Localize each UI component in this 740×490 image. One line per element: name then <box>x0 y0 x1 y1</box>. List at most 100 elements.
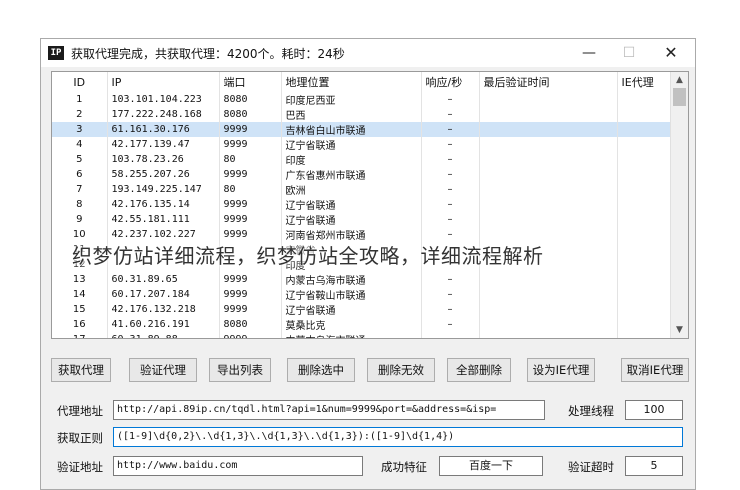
cell-id: 5 <box>52 152 108 167</box>
cell-last-verify <box>479 137 618 152</box>
cell-ie-proxy <box>617 92 673 107</box>
table-row[interactable]: 1 103.101.104.223 8080 印度尼西亚 – <box>52 92 673 107</box>
cell-last-verify <box>479 332 618 338</box>
get-proxy-button[interactable]: 获取代理 <box>51 358 111 382</box>
cell-location: 吉林省白山市联通 <box>281 122 422 137</box>
maximize-button[interactable]: ☐ <box>609 42 649 64</box>
cell-port: 9999 <box>219 212 282 227</box>
scroll-thumb[interactable] <box>673 88 686 106</box>
threads-input[interactable]: 100 <box>625 400 683 420</box>
cell-id: 6 <box>52 167 108 182</box>
close-button[interactable]: ✕ <box>651 42 691 64</box>
column-header-id[interactable]: ID <box>52 72 108 92</box>
cell-ip: 103.101.104.223 <box>107 92 220 107</box>
column-header-response[interactable]: 响应/秒 <box>421 72 480 92</box>
table-row[interactable]: 8 42.176.135.14 9999 辽宁省联通 – <box>52 197 673 212</box>
cell-ie-proxy <box>617 287 673 302</box>
cell-response: – <box>421 197 480 212</box>
cell-id: 3 <box>52 122 108 137</box>
column-header-last-verify[interactable]: 最后验证时间 <box>479 72 618 92</box>
cell-last-verify <box>479 152 618 167</box>
cell-last-verify <box>479 272 618 287</box>
cell-port: 9999 <box>219 167 282 182</box>
table-row[interactable]: 6 58.255.207.26 9999 广东省惠州市联通 – <box>52 167 673 182</box>
cell-ie-proxy <box>617 137 673 152</box>
cell-ip: 58.255.207.26 <box>107 167 220 182</box>
cell-id: 2 <box>52 107 108 122</box>
cell-id: 17 <box>52 332 108 338</box>
regex-input[interactable]: ([1-9]\d{0,2}\.\d{1,3}\.\d{1,3}\.\d{1,3}… <box>113 427 683 447</box>
cell-ip: 103.78.23.26 <box>107 152 220 167</box>
success-feature-input[interactable]: 百度一下 <box>439 456 543 476</box>
cell-id: 15 <box>52 302 108 317</box>
scroll-down-icon[interactable]: ▼ <box>671 322 688 338</box>
cell-port: 9999 <box>219 122 282 137</box>
table-row[interactable]: 5 103.78.23.26 80 印度 – <box>52 152 673 167</box>
table-header: ID IP 端口 地理位置 响应/秒 最后验证时间 IE代理 <box>52 72 673 92</box>
cell-ip: 42.176.135.14 <box>107 197 220 212</box>
cell-last-verify <box>479 92 618 107</box>
cell-id: 13 <box>52 272 108 287</box>
timeout-input[interactable]: 5 <box>625 456 683 476</box>
cell-last-verify <box>479 212 618 227</box>
delete-invalid-button[interactable]: 删除无效 <box>367 358 435 382</box>
cell-port: 9999 <box>219 137 282 152</box>
cell-id: 8 <box>52 197 108 212</box>
delete-selected-button[interactable]: 删除选中 <box>287 358 355 382</box>
table-row[interactable]: 16 41.60.216.191 8080 莫桑比克 – <box>52 317 673 332</box>
table-row[interactable]: 4 42.177.139.47 9999 辽宁省联通 – <box>52 137 673 152</box>
column-header-location[interactable]: 地理位置 <box>281 72 422 92</box>
cell-id: 4 <box>52 137 108 152</box>
table-row[interactable]: 15 42.176.132.218 9999 辽宁省联通 – <box>52 302 673 317</box>
column-header-ie-proxy[interactable]: IE代理 <box>617 72 673 92</box>
table-row[interactable]: 13 60.31.89.65 9999 内蒙古乌海市联通 – <box>52 272 673 287</box>
success-feature-label: 成功特征 <box>381 460 427 474</box>
minimize-button[interactable]: — <box>569 42 609 64</box>
cell-ie-proxy <box>617 152 673 167</box>
cell-response: – <box>421 167 480 182</box>
cell-port: 9999 <box>219 332 282 338</box>
cell-location: 印度 <box>281 152 422 167</box>
cell-ie-proxy <box>617 212 673 227</box>
column-header-port[interactable]: 端口 <box>219 72 282 92</box>
cell-ip: 42.177.139.47 <box>107 137 220 152</box>
cell-ip: 193.149.225.147 <box>107 182 220 197</box>
cell-port: 9999 <box>219 197 282 212</box>
cell-last-verify <box>479 197 618 212</box>
cell-ie-proxy <box>617 242 673 257</box>
cell-ip: 60.31.89.65 <box>107 272 220 287</box>
cell-ie-proxy <box>617 272 673 287</box>
cell-response: – <box>421 152 480 167</box>
export-list-button[interactable]: 导出列表 <box>209 358 271 382</box>
cell-ip: 42.55.181.111 <box>107 212 220 227</box>
proxy-table[interactable]: ID IP 端口 地理位置 响应/秒 最后验证时间 IE代理 1 103.101.… <box>51 71 689 339</box>
table-row[interactable]: 1760.31.89.889999内蒙古乌海市联通– <box>52 332 673 338</box>
cell-last-verify <box>479 167 618 182</box>
cell-location: 内蒙古乌海市联通 <box>281 272 422 287</box>
cancel-ie-proxy-button[interactable]: 取消IE代理 <box>621 358 689 382</box>
cell-location: 莫桑比克 <box>281 317 422 332</box>
proxy-url-input[interactable]: http://api.89ip.cn/tqdl.html?api=1&num=9… <box>113 400 545 420</box>
cell-port: 8080 <box>219 317 282 332</box>
regex-label: 获取正则 <box>57 431 103 445</box>
column-header-ip[interactable]: IP <box>107 72 220 92</box>
app-icon: IP <box>48 46 64 60</box>
cell-port: 9999 <box>219 302 282 317</box>
cell-id: 1 <box>52 92 108 107</box>
table-row[interactable]: 3 61.161.30.176 9999 吉林省白山市联通 – <box>52 122 673 137</box>
table-row[interactable]: 2 177.222.248.168 8080 巴西 – <box>52 107 673 122</box>
table-row[interactable]: 14 60.17.207.184 9999 辽宁省鞍山市联通 – <box>52 287 673 302</box>
table-row[interactable]: 7 193.149.225.147 80 欧洲 – <box>52 182 673 197</box>
cell-response: – <box>421 317 480 332</box>
delete-all-button[interactable]: 全部删除 <box>447 358 511 382</box>
set-ie-proxy-button[interactable]: 设为IE代理 <box>527 358 595 382</box>
cell-location: 广东省惠州市联通 <box>281 167 422 182</box>
cell-ie-proxy <box>617 257 673 272</box>
cell-ie-proxy <box>617 317 673 332</box>
table-row[interactable]: 9 42.55.181.111 9999 辽宁省联通 – <box>52 212 673 227</box>
verify-url-input[interactable]: http://www.baidu.com <box>113 456 363 476</box>
scroll-up-icon[interactable]: ▲ <box>671 72 688 88</box>
verify-url-label: 验证地址 <box>57 460 103 474</box>
vertical-scrollbar[interactable]: ▲ ▼ <box>670 72 688 338</box>
verify-proxy-button[interactable]: 验证代理 <box>129 358 197 382</box>
